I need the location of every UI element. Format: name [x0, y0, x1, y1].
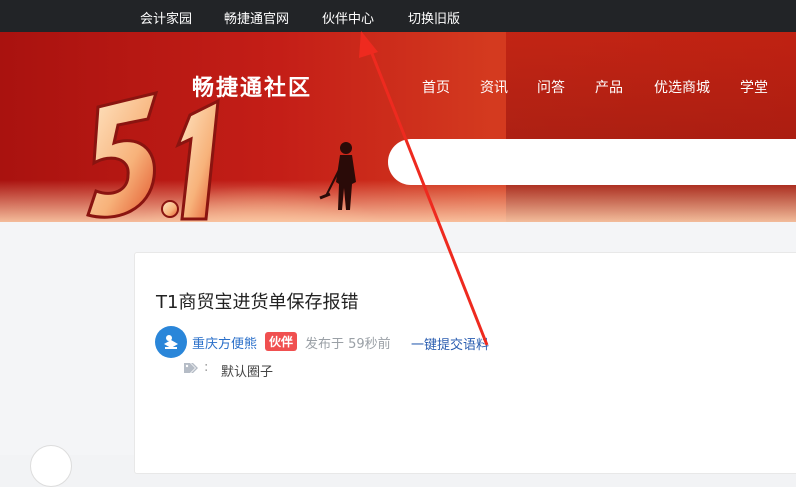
tag-colon: : — [204, 360, 209, 375]
hero-banner: 畅捷通社区 首页 资讯 问答 产品 优选商城 学堂 — [0, 32, 796, 222]
tag-icon — [184, 363, 198, 373]
topbar-link-partner-center[interactable]: 伙伴中心 — [322, 8, 374, 27]
nav-products[interactable]: 产品 — [595, 77, 623, 97]
may-day-51-graphic — [86, 90, 220, 221]
post-title: T1商贸宝进货单保存报错 — [156, 292, 359, 313]
avatar-icon — [164, 335, 178, 349]
topbar-link-accounting-home[interactable]: 会计家园 — [140, 8, 192, 27]
topbar-link-official-site[interactable]: 畅捷通官网 — [224, 8, 289, 27]
search-input[interactable] — [388, 139, 796, 185]
nav-mall[interactable]: 优选商城 — [654, 77, 710, 97]
submit-corpus-link[interactable]: 一键提交语料 — [411, 334, 489, 353]
silhouette-figure — [319, 142, 356, 210]
nav-home[interactable]: 首页 — [422, 77, 450, 97]
topbar-link-old-version[interactable]: 切换旧版 — [408, 8, 460, 27]
partner-badge: 伙伴 — [265, 332, 298, 351]
author-avatar[interactable] — [155, 326, 187, 358]
nav-news[interactable]: 资讯 — [480, 77, 508, 97]
posted-time: 发布于 59秒前 — [305, 337, 391, 352]
site-logo[interactable]: 畅捷通社区 — [192, 70, 312, 102]
floating-circle-button[interactable] — [30, 445, 72, 487]
nav-academy[interactable]: 学堂 — [740, 77, 768, 97]
circle-tag[interactable]: 默认圈子 — [221, 361, 273, 380]
top-bar: 会计家园 畅捷通官网 伙伴中心 切换旧版 — [0, 0, 796, 32]
author-name[interactable]: 重庆方便熊 — [192, 333, 257, 352]
nav-qa[interactable]: 问答 — [537, 77, 565, 97]
